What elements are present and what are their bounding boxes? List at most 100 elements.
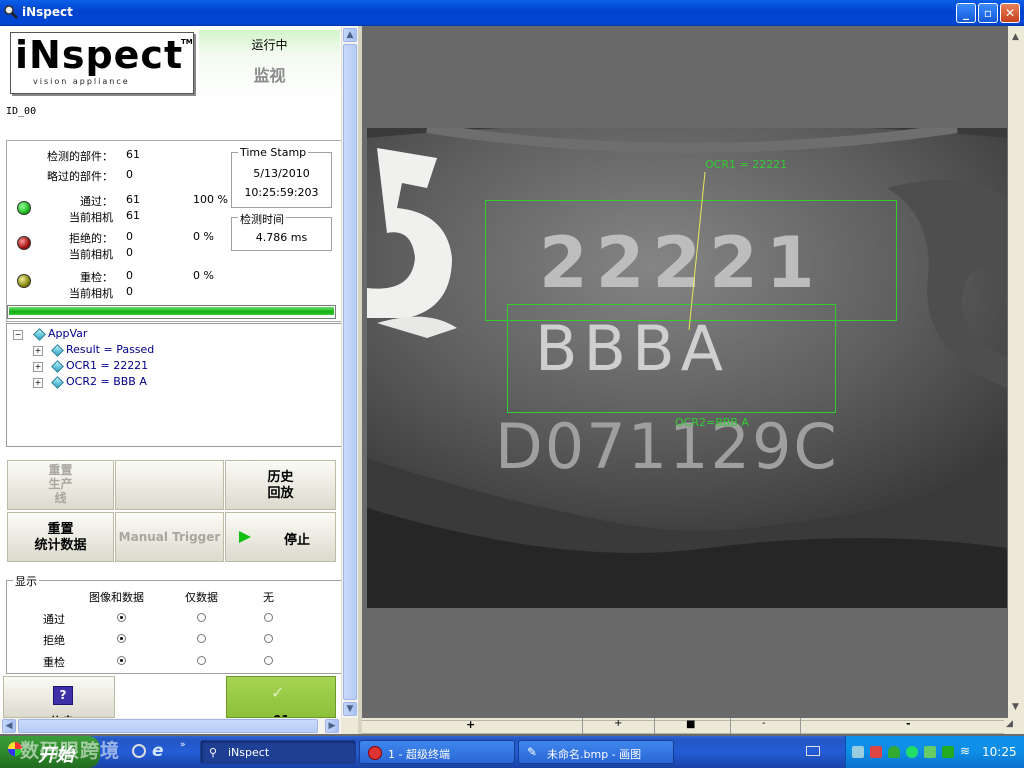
task-terminal[interactable]: 1 - 超级终端 xyxy=(359,740,515,764)
detect-time-legend: 检测时间 xyxy=(238,211,286,227)
zoom-in-button[interactable]: + xyxy=(466,718,475,731)
ocr2-label: OCR2=BBB A xyxy=(675,416,749,429)
viewer-bottom-bar: + + ■ - - ◢ xyxy=(362,717,1024,734)
radio-pass-data-only[interactable] xyxy=(197,613,206,622)
history-playback-button[interactable]: 历史 回放 xyxy=(225,460,336,510)
help-icon: ? xyxy=(53,686,73,705)
scroll-right-icon[interactable]: ▶ xyxy=(325,719,339,733)
progress-bar xyxy=(7,305,336,319)
task-paint-label: 未命名.bmp - 画图 xyxy=(547,748,642,761)
id-label: ID_00 xyxy=(6,106,37,117)
radio-reject-data-only[interactable] xyxy=(197,634,206,643)
reject-value: 0 xyxy=(126,230,133,243)
task-inspect[interactable]: ⚲ iNspect xyxy=(200,740,356,764)
ok-status-button[interactable]: ✓ 01 xyxy=(226,676,336,718)
add-button[interactable]: + xyxy=(614,718,622,729)
watermark-text: 数码眼跨境 xyxy=(20,740,121,762)
collapse-icon[interactable]: − xyxy=(13,330,23,340)
radio-pass-none[interactable] xyxy=(264,613,273,622)
expand-icon[interactable]: + xyxy=(33,346,43,356)
viewer-scroll-down-icon[interactable]: ▼ xyxy=(1012,702,1019,712)
divider xyxy=(582,718,583,734)
hscroll-thumb[interactable] xyxy=(18,719,318,733)
scroll-down-icon[interactable]: ▼ xyxy=(343,702,357,716)
viewer-vertical-scrollbar[interactable]: ▲ ▼ xyxy=(1008,26,1024,718)
tree-item[interactable]: Result = Passed xyxy=(51,343,154,357)
task-terminal-label: 1 - 超级终端 xyxy=(388,748,450,761)
title-bar[interactable]: iNspect _ ▫ ✕ xyxy=(0,0,1024,26)
manual-trigger-button[interactable]: Manual Trigger xyxy=(115,512,224,562)
antivirus-icon[interactable] xyxy=(906,746,918,758)
security-alert-icon[interactable] xyxy=(870,746,882,758)
task-paint[interactable]: ✎ 未命名.bmp - 画图 xyxy=(518,740,674,764)
radio-reject-none[interactable] xyxy=(264,634,273,643)
logo-text: iNspect xyxy=(15,33,184,77)
reset-stats-button[interactable]: 重置 统计数据 xyxy=(7,512,114,562)
task-inspect-label: iNspect xyxy=(228,746,270,759)
minus-button[interactable]: - xyxy=(762,718,766,729)
scroll-left-icon[interactable]: ◀ xyxy=(2,719,16,733)
keyboard-icon[interactable] xyxy=(806,746,820,756)
tree-root[interactable]: AppVar xyxy=(33,327,88,341)
ocr1-label: OCR1 = 22221 xyxy=(705,158,788,171)
help-button[interactable]: ? 信息 xyxy=(3,676,115,718)
recheck-value: 0 xyxy=(126,269,133,282)
row-recheck-label: 重检 xyxy=(43,656,65,669)
network-icon[interactable] xyxy=(852,746,864,758)
pass-camera-value: 61 xyxy=(126,209,140,222)
stop-button[interactable]: 停止 xyxy=(225,512,336,562)
expand-icon[interactable]: + xyxy=(33,362,43,372)
skipped-value: 0 xyxy=(126,168,133,181)
quicklaunch-icon[interactable] xyxy=(132,744,146,758)
expand-icon[interactable]: + xyxy=(33,378,43,388)
guard-icon[interactable] xyxy=(942,746,954,758)
radio-recheck-data-only[interactable] xyxy=(197,656,206,665)
scroll-thumb[interactable] xyxy=(343,44,357,700)
reset-line-button[interactable]: 重置 生产 线 xyxy=(7,460,114,510)
check-icon: ✓ xyxy=(271,683,285,702)
radio-recheck-none[interactable] xyxy=(264,656,273,665)
skipped-label: 略过的部件： xyxy=(47,170,113,183)
shield-icon[interactable] xyxy=(888,746,900,758)
blank-button[interactable] xyxy=(115,460,224,510)
tree-item[interactable]: OCR2 = BBB A xyxy=(51,375,147,389)
close-button[interactable]: ✕ xyxy=(1000,3,1020,23)
row-reject-label: 拒绝 xyxy=(43,634,65,647)
recheck-percent: 0 % xyxy=(193,269,214,282)
ie-icon[interactable]: e xyxy=(152,741,164,761)
tree-item[interactable]: OCR1 = 22221 xyxy=(51,359,148,373)
wireless-icon[interactable]: ≋ xyxy=(960,744,970,758)
task-inspect-icon: ⚲ xyxy=(209,746,218,759)
recheck-camera-value: 0 xyxy=(126,285,133,298)
radio-reject-image-data[interactable] xyxy=(117,634,126,643)
task-terminal-icon xyxy=(368,746,382,760)
recheck-label: 重检： xyxy=(80,271,113,284)
variable-icon xyxy=(51,375,64,389)
recheck-camera-label: 当前相机 xyxy=(69,287,113,300)
radio-recheck-image-data[interactable] xyxy=(117,656,126,665)
stop-square-button[interactable]: ■ xyxy=(686,719,695,730)
tree-root-label: AppVar xyxy=(48,327,88,340)
viewer-scroll-up-icon[interactable]: ▲ xyxy=(1012,32,1019,42)
resize-grip-icon[interactable]: ◢ xyxy=(1006,719,1013,729)
variable-icon xyxy=(51,343,64,357)
logo-trademark: TM xyxy=(181,38,193,46)
restore-button[interactable]: ▫ xyxy=(978,3,998,23)
display-legend: 显示 xyxy=(13,573,39,589)
left-horizontal-scrollbar[interactable]: ◀ ▶ xyxy=(0,718,341,734)
update-icon[interactable] xyxy=(924,746,936,758)
scroll-up-icon[interactable]: ▲ xyxy=(343,28,357,42)
zoom-out-button[interactable]: - xyxy=(906,717,911,730)
left-vertical-scrollbar[interactable]: ▲ ▼ xyxy=(341,26,358,718)
timestamp-date: 5/13/2010 xyxy=(253,167,310,180)
detect-time-value: 4.786 ms xyxy=(255,231,308,244)
appvar-tree[interactable]: − AppVar + Result = Passed + OCR1 = 2222… xyxy=(6,323,342,447)
timestamp-legend: Time Stamp xyxy=(238,146,309,159)
quicklaunch-more-icon[interactable]: » xyxy=(180,740,186,750)
inspected-label: 检测的部件： xyxy=(47,150,113,163)
radio-pass-image-data[interactable] xyxy=(117,613,126,622)
clock[interactable]: 10:25 xyxy=(982,745,1017,759)
inspect-logo: iNspect TM vision appliance xyxy=(10,32,194,94)
minimize-button[interactable]: _ xyxy=(956,3,976,23)
pass-value: 61 xyxy=(126,193,140,206)
